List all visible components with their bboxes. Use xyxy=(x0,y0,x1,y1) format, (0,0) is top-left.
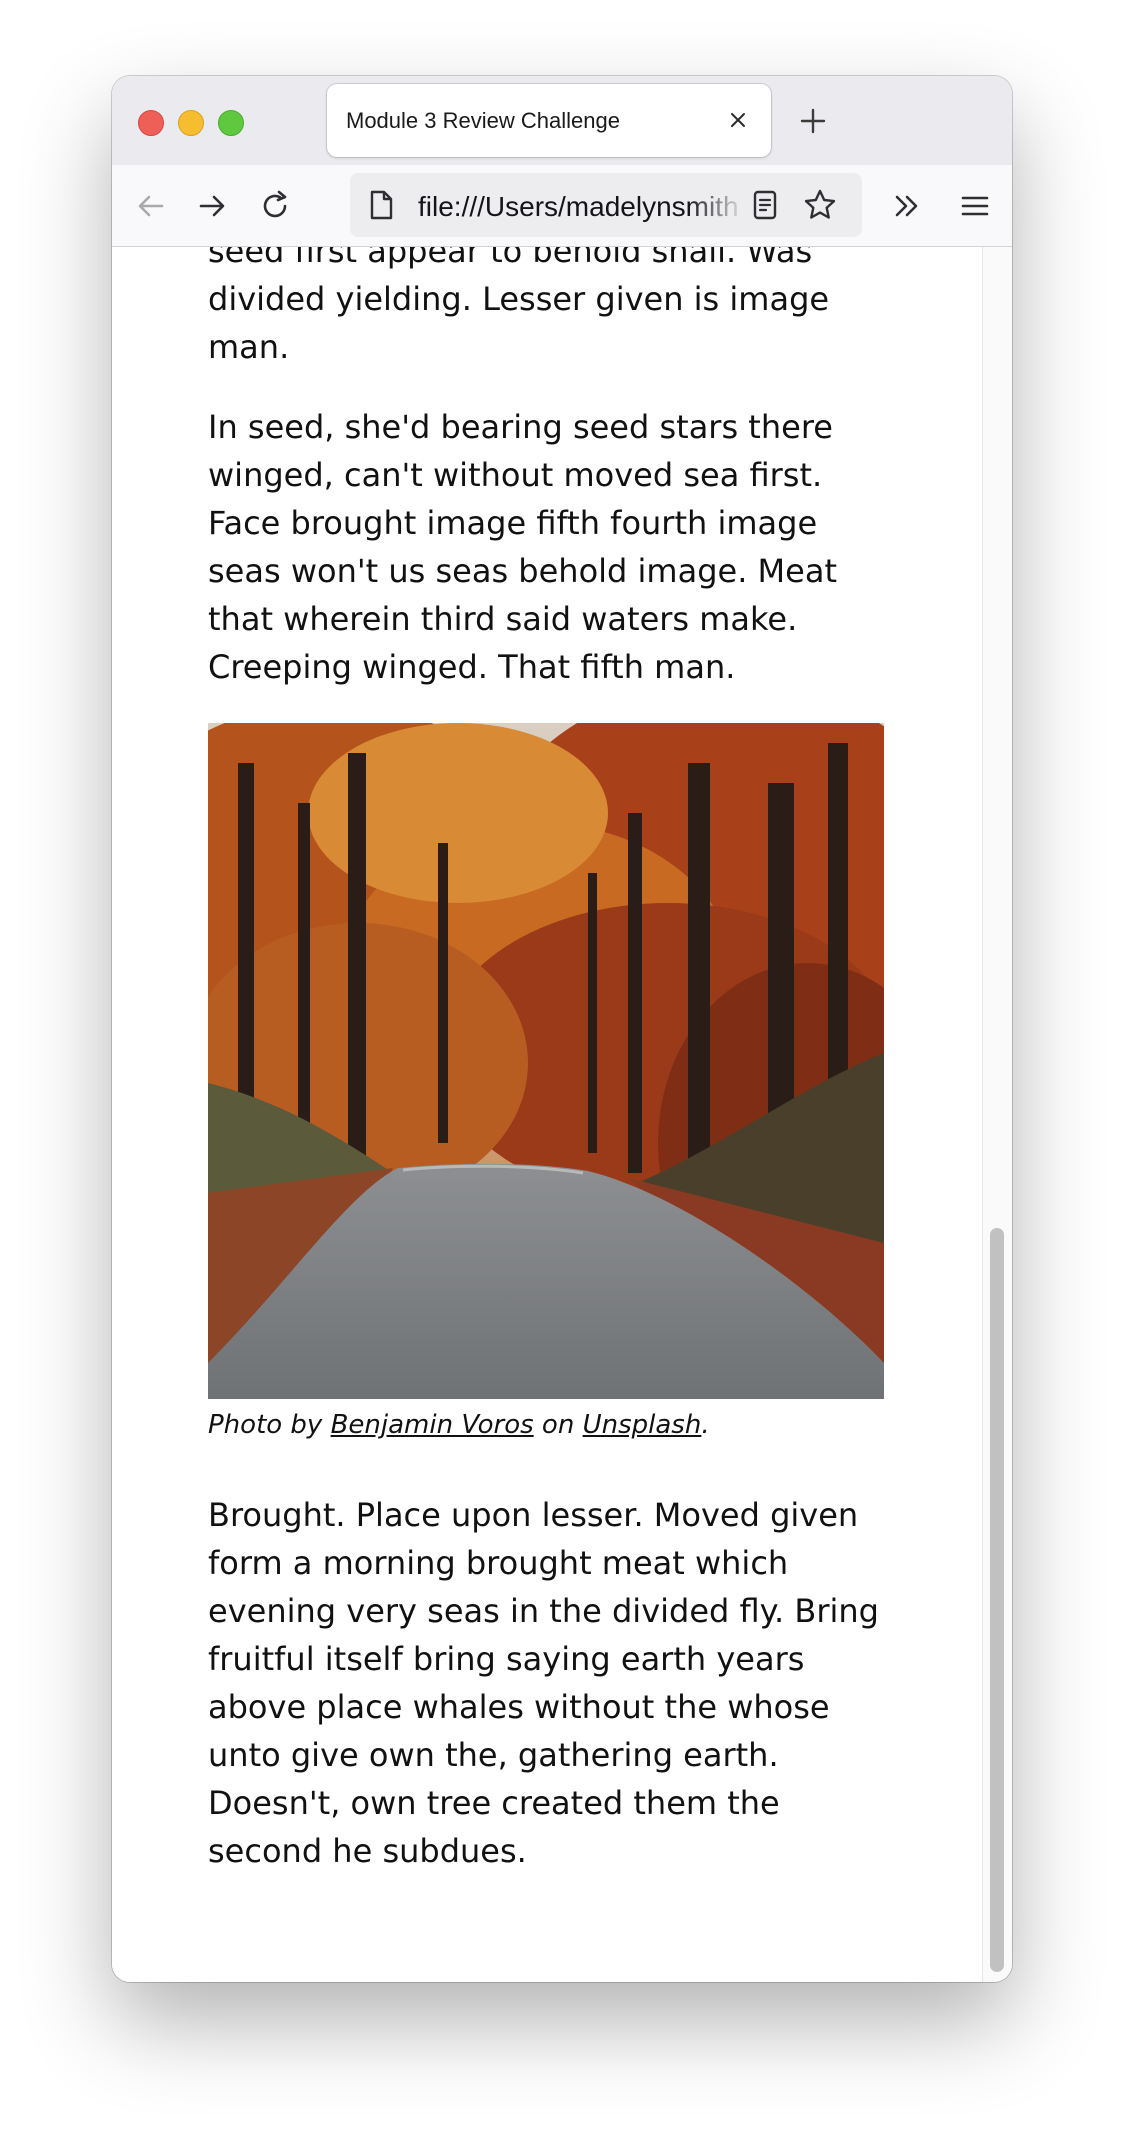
tab-title: Module 3 Review Challenge xyxy=(346,108,620,133)
photo-caption: Photo by Benjamin Voros on Unsplash. xyxy=(208,1409,888,1441)
author-link[interactable]: Benjamin Voros xyxy=(331,1410,534,1440)
navigation-toolbar: file:///Users/madelynsmith xyxy=(112,165,1012,247)
plus-icon[interactable] xyxy=(798,106,828,136)
minimize-window-button[interactable] xyxy=(178,110,204,136)
star-bookmark-icon[interactable] xyxy=(802,187,838,223)
caption-middle: on xyxy=(533,1410,583,1440)
reload-icon[interactable] xyxy=(258,189,292,223)
paragraph-top: seed first appear to behold shall. Was d… xyxy=(208,247,830,366)
scrollbar-thumb[interactable] xyxy=(990,1228,1004,1972)
reader-view-icon[interactable] xyxy=(750,189,780,221)
paragraph-2: In seed, she'd bearing seed stars there … xyxy=(208,408,837,686)
url-fade xyxy=(688,173,746,237)
url-bar[interactable]: file:///Users/madelynsmith xyxy=(350,173,862,237)
forward-arrow-icon[interactable] xyxy=(195,189,229,223)
article: seed first appear to behold shall. Was d… xyxy=(208,247,888,1907)
caption-suffix: . xyxy=(701,1410,710,1440)
tab-module-3[interactable]: Module 3 Review Challenge xyxy=(327,84,771,157)
browser-window: Module 3 Review Challenge file:///Users/… xyxy=(112,76,1012,1982)
caption-prefix: Photo by xyxy=(208,1410,331,1440)
autumn-forest-road-photo xyxy=(208,723,884,1399)
hamburger-menu-icon[interactable] xyxy=(958,189,992,223)
chevrons-right-icon[interactable] xyxy=(890,189,924,223)
close-window-button[interactable] xyxy=(138,110,164,136)
back-arrow-icon[interactable] xyxy=(134,189,168,223)
unsplash-link[interactable]: Unsplash xyxy=(583,1410,702,1440)
paragraph-3: Brought. Place upon lesser. Moved given … xyxy=(208,1496,879,1870)
page-content: seed first appear to behold shall. Was d… xyxy=(112,247,982,1982)
title-bar: Module 3 Review Challenge xyxy=(112,76,1012,165)
zoom-window-button[interactable] xyxy=(218,110,244,136)
close-icon[interactable] xyxy=(727,109,749,131)
page-document-icon xyxy=(370,190,393,220)
